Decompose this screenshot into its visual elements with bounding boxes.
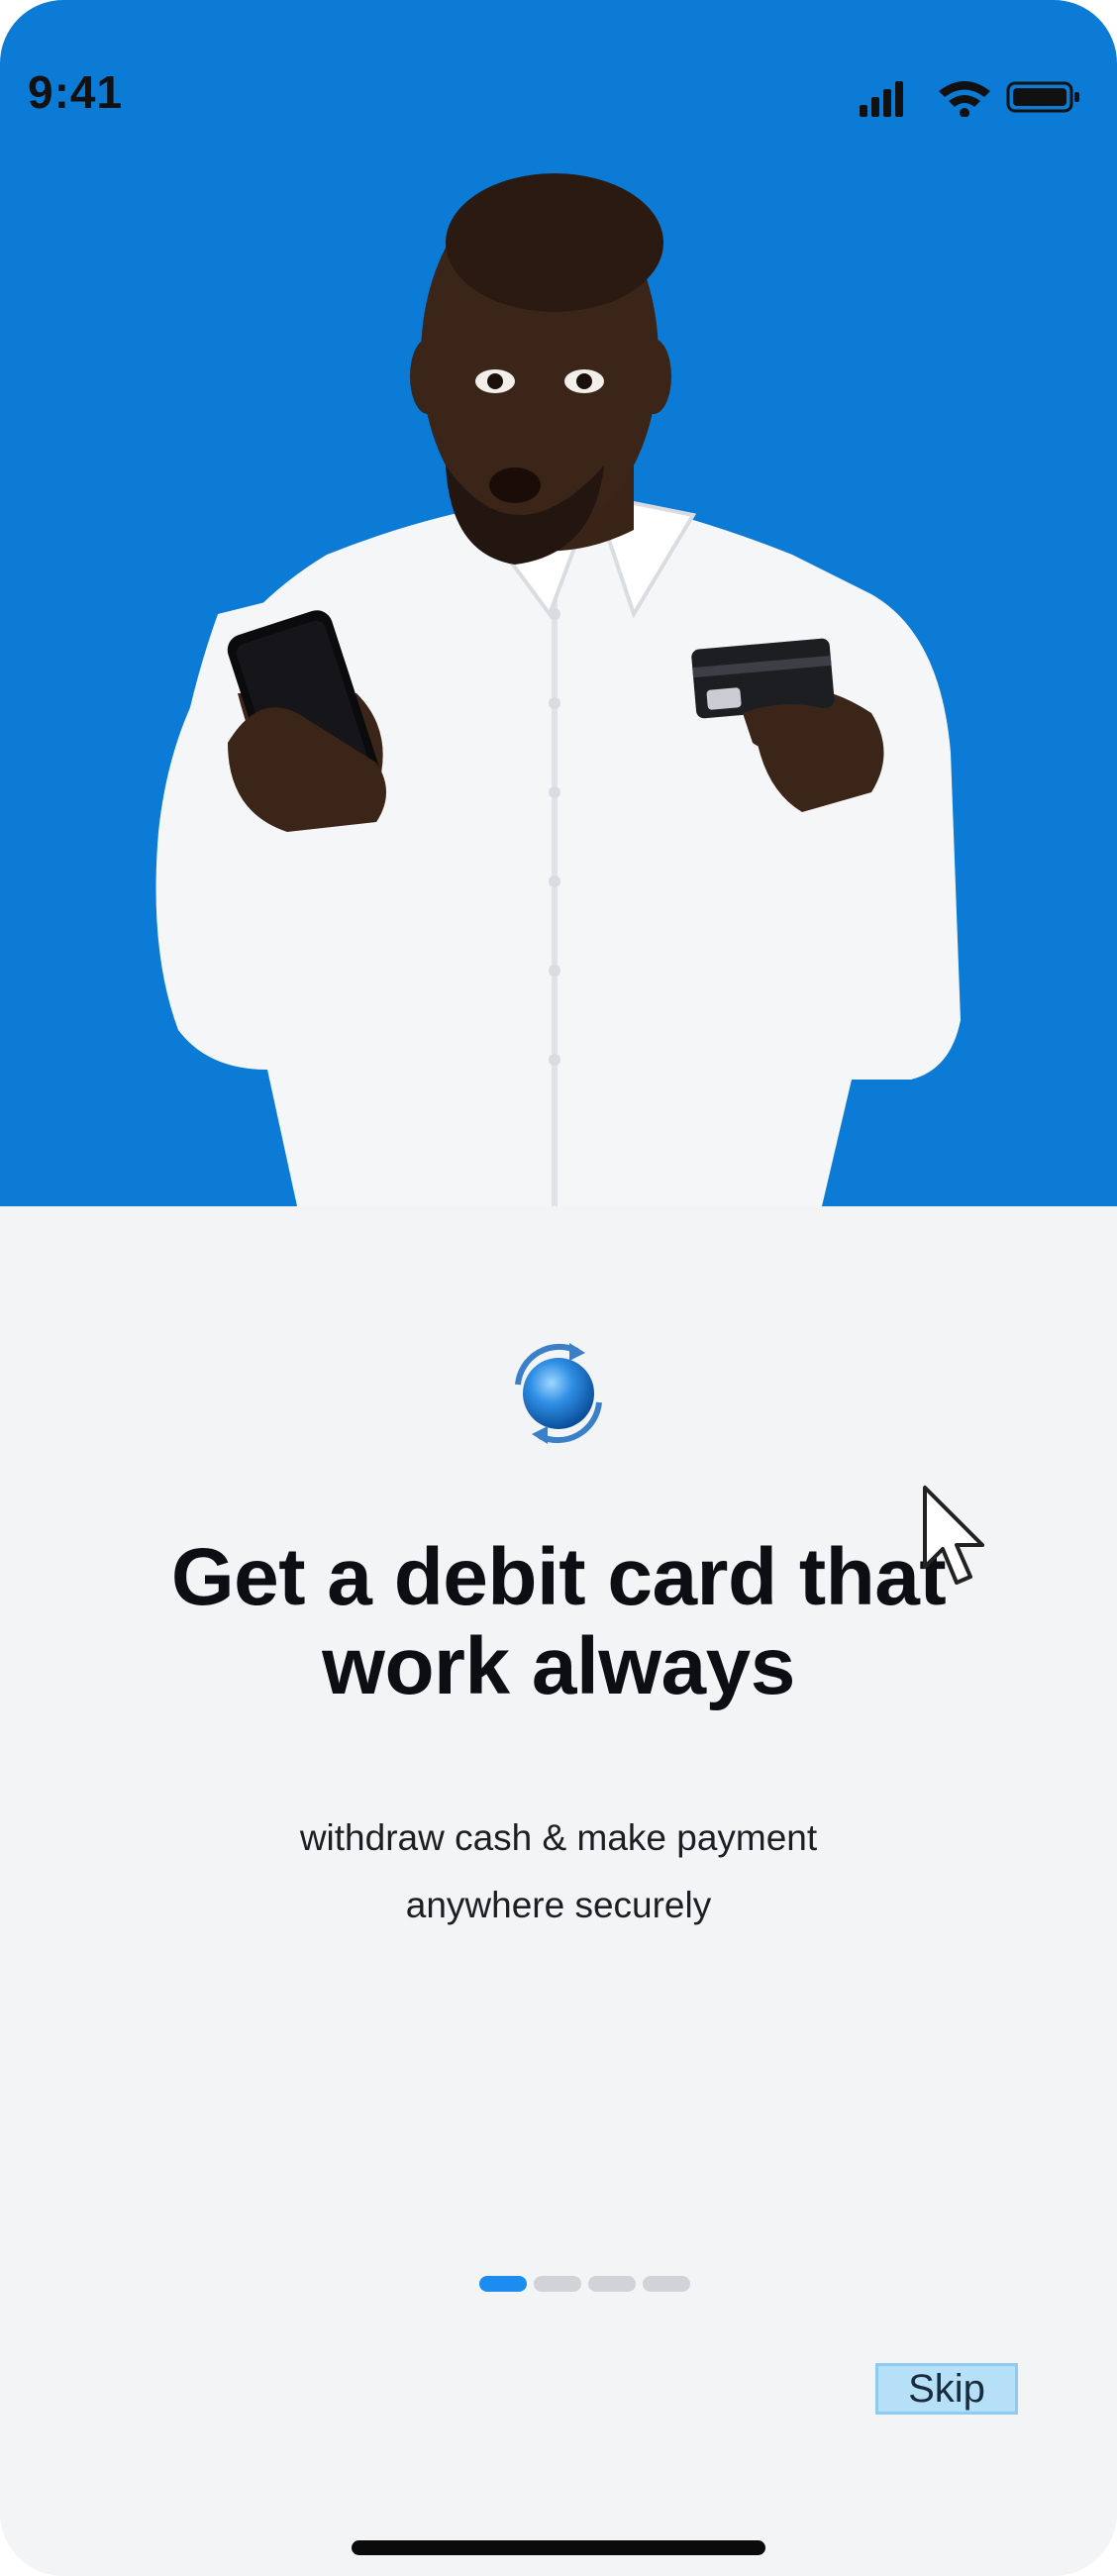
mouse-pointer-icon	[923, 1486, 984, 1585]
signal-icon	[860, 81, 903, 117]
status-icons	[860, 81, 1079, 117]
battery-icon	[1006, 81, 1079, 113]
globe-refresh-icon	[515, 1343, 602, 1444]
hero-banner: 9:41	[0, 0, 1117, 1206]
page-dot-4[interactable]	[643, 2276, 690, 2292]
page-dot-1[interactable]	[479, 2276, 527, 2292]
page-dot-3[interactable]	[588, 2276, 636, 2292]
man-holding-phone-and-card-image	[155, 173, 961, 1206]
home-indicator[interactable]	[352, 2540, 765, 2555]
subtext-line-1: withdraw cash & make payment	[299, 1817, 818, 1858]
wifi-icon	[939, 81, 990, 117]
onboarding-subtext: withdraw cash & make payment anywhere se…	[188, 1804, 929, 1939]
onboarding-headline: Get a debit card that work always	[170, 1532, 947, 1711]
skip-button[interactable]: Skip	[875, 2363, 1018, 2415]
page-dot-2[interactable]	[534, 2276, 581, 2292]
status-time: 9:41	[28, 66, 124, 118]
subtext-line-2: anywhere securely	[405, 1885, 712, 1925]
status-bar: 9:41	[0, 0, 1117, 119]
page-indicator	[479, 2276, 697, 2294]
onboarding-screen: 9:41 Get a debit card that work always w…	[0, 0, 1117, 2576]
